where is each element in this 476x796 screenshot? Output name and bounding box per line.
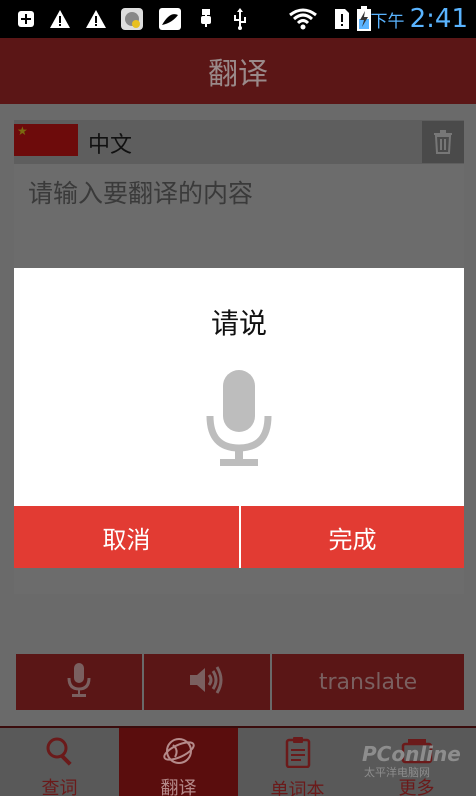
done-button[interactable]: 完成: [241, 506, 464, 568]
trash-icon[interactable]: [422, 121, 464, 163]
status-bar: 下午 2:41: [0, 0, 476, 38]
pea-app-icon: [158, 7, 182, 31]
add-icon: [14, 7, 38, 31]
search-icon: [44, 736, 76, 770]
globe-icon: [162, 736, 196, 770]
tab-lookup[interactable]: 查词: [0, 728, 119, 796]
usb-icon: [194, 7, 218, 31]
action-row: translate: [0, 654, 476, 710]
shield-app-icon: [120, 7, 144, 31]
dialog-title: 请说: [210, 307, 267, 340]
cancel-button[interactable]: 取消: [14, 506, 239, 568]
voice-input-button[interactable]: [16, 654, 142, 710]
input-placeholder: 请输入要翻译的内容: [28, 179, 254, 208]
usb-debug-icon: [228, 7, 252, 31]
watermark-logo: PConline: [362, 742, 461, 766]
language-row: [14, 120, 464, 164]
tab-wordbook[interactable]: 单词本: [238, 728, 357, 796]
speak-button[interactable]: [144, 654, 270, 710]
microphone-icon: [206, 368, 272, 468]
speaker-icon: [188, 664, 226, 700]
source-language-label[interactable]: 中文: [88, 127, 132, 159]
tab-translate[interactable]: 翻译: [119, 728, 238, 796]
page-title: 翻译: [208, 57, 268, 92]
voice-dialog: 请说 取消 完成: [14, 268, 464, 568]
title-bar: 翻译: [0, 38, 476, 104]
microphone-icon: [67, 662, 91, 702]
clipboard-icon: [285, 736, 311, 772]
watermark-subtitle: 太平洋电脑网: [364, 766, 430, 779]
warning-icon: [48, 7, 72, 31]
wifi-icon: [288, 7, 318, 31]
warning-icon: [84, 7, 108, 31]
status-time: 下午 2:41: [370, 4, 468, 34]
china-flag-icon[interactable]: ★: [14, 124, 78, 156]
sim-alert-icon: [330, 7, 354, 31]
translate-button[interactable]: translate: [272, 654, 464, 710]
